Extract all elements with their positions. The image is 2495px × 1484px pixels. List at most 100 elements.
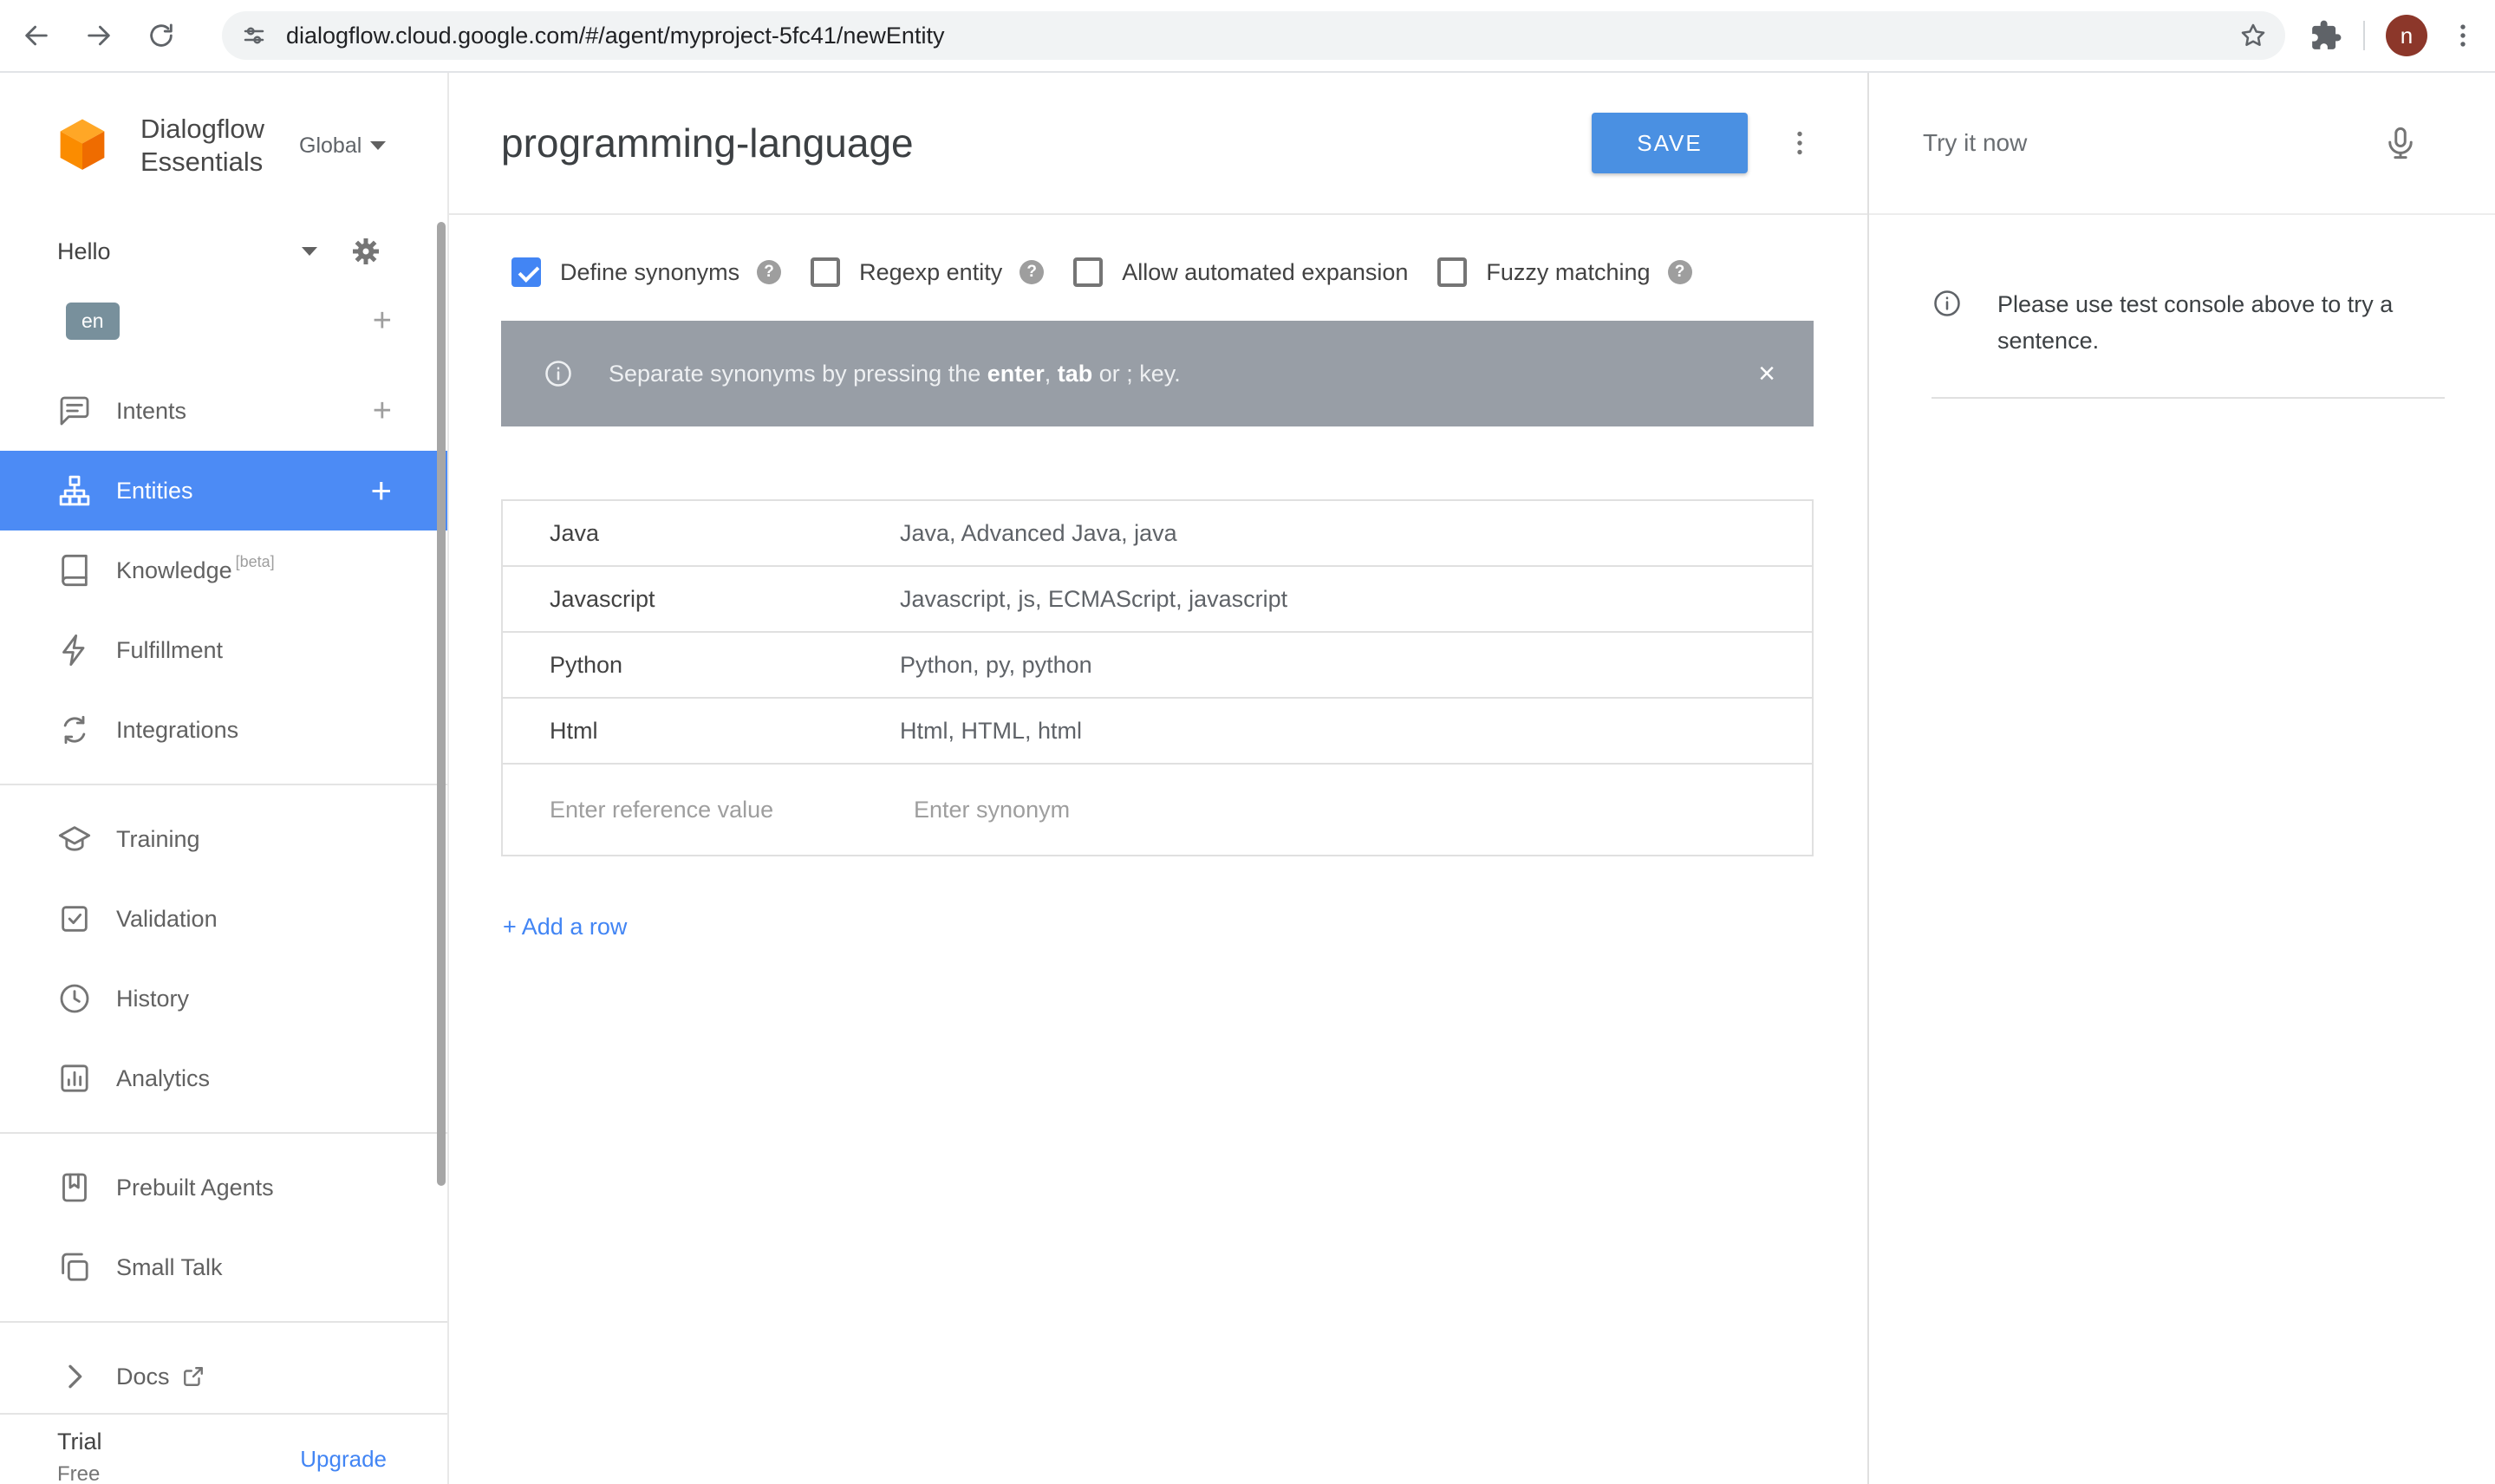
reload-button[interactable] <box>135 10 187 62</box>
hint-banner: Separate synonyms by pressing the enter,… <box>501 321 1814 426</box>
forward-button[interactable] <box>73 10 125 62</box>
hint-key-enter: enter <box>987 360 1045 387</box>
help-icon[interactable]: ? <box>1019 260 1045 284</box>
sidebar-item-training[interactable]: Training <box>0 799 447 879</box>
page-title: programming-language <box>501 120 914 166</box>
agent-settings-button[interactable] <box>349 234 383 269</box>
hint-text-sep: , <box>1044 360 1058 387</box>
workspace: Dialogflow Essentials Global Hello en + … <box>0 73 2495 1484</box>
sidebar-item-analytics[interactable]: Analytics <box>0 1038 447 1118</box>
reference-value-input[interactable] <box>550 796 883 823</box>
gear-icon <box>353 238 379 264</box>
sidebar-item-fulfillment[interactable]: Fulfillment <box>0 610 447 690</box>
language-badge[interactable]: en <box>66 302 120 340</box>
add-intent-button[interactable]: + <box>373 394 392 427</box>
info-icon <box>1934 290 1960 316</box>
table-row[interactable]: Javascript Javascript, js, ECMAScript, j… <box>503 567 1812 633</box>
chevron-right-icon <box>68 1364 82 1389</box>
define-synonyms-checkbox[interactable] <box>511 257 541 287</box>
book-icon <box>62 554 88 587</box>
upgrade-link[interactable]: Upgrade <box>300 1446 387 1484</box>
fuzzy-matching-checkbox[interactable] <box>1437 257 1468 287</box>
sidebar-item-label: Fulfillment <box>116 636 224 663</box>
sidebar-item-label: Integrations <box>116 716 239 743</box>
microphone-button[interactable] <box>2382 125 2419 161</box>
sync-icon <box>63 715 86 745</box>
main-panel: programming-language SAVE Define synonym… <box>449 73 1867 1484</box>
sidebar-item-history[interactable]: History <box>0 959 447 1038</box>
synonyms-cell[interactable]: Java, Advanced Java, java <box>900 520 1812 547</box>
regexp-entity-checkbox[interactable] <box>811 257 841 287</box>
sidebar-item-intents[interactable]: Intents + <box>0 371 447 451</box>
browser-toolbar: dialogflow.cloud.google.com/#/agent/mypr… <box>0 0 2495 73</box>
chevron-down-icon[interactable] <box>302 247 317 256</box>
back-button[interactable] <box>10 10 62 62</box>
add-entity-button[interactable]: + <box>370 472 392 509</box>
sidebar-item-integrations[interactable]: Integrations <box>0 690 447 770</box>
plan-tier: Free <box>57 1462 101 1484</box>
reference-value-cell[interactable]: Python <box>503 652 900 679</box>
hint-text-post: or ; key. <box>1092 360 1181 387</box>
entity-editor: Define synonyms ? Regexp entity ? Allow … <box>449 215 1867 941</box>
hint-key-tab: tab <box>1057 360 1093 387</box>
reload-icon <box>150 23 173 47</box>
menu-divider <box>0 1132 447 1134</box>
reference-value-cell[interactable]: Java <box>503 520 900 547</box>
bookmark-star-icon[interactable] <box>2238 21 2268 50</box>
sidebar-item-knowledge[interactable]: Knowledge [beta] <box>0 530 447 610</box>
profile-avatar[interactable]: n <box>2386 15 2427 56</box>
sidebar-item-validation[interactable]: Validation <box>0 879 447 959</box>
extensions-icon[interactable] <box>2309 19 2342 52</box>
help-icon[interactable]: ? <box>757 260 782 284</box>
sidebar-item-entities[interactable]: Entities + <box>0 451 447 530</box>
agent-selector[interactable]: Hello <box>0 218 447 284</box>
sidebar-scrollbar[interactable] <box>437 222 446 1186</box>
address-bar[interactable]: dialogflow.cloud.google.com/#/agent/mypr… <box>222 11 2285 60</box>
sidebar-item-prebuilt-agents[interactable]: Prebuilt Agents <box>0 1148 447 1227</box>
sidebar-item-small-talk[interactable]: Small Talk <box>0 1227 447 1307</box>
url-text[interactable]: dialogflow.cloud.google.com/#/agent/mypr… <box>286 23 2238 49</box>
browser-actions: n <box>2309 15 2478 56</box>
site-settings-icon[interactable] <box>241 23 267 49</box>
allow-expansion-checkbox[interactable] <box>1073 257 1104 287</box>
add-language-button[interactable]: + <box>373 304 392 337</box>
add-row-link[interactable]: + Add a row <box>501 914 627 941</box>
table-row[interactable]: Html Html, HTML, html <box>503 699 1812 765</box>
toolbar-divider <box>2363 21 2365 50</box>
dialogflow-logo-icon <box>60 119 105 170</box>
forward-arrow-icon <box>88 25 110 46</box>
test-console-body: Please use test console above to try a s… <box>1869 215 2495 399</box>
table-row[interactable]: Python Python, py, python <box>503 633 1812 699</box>
option-label: Fuzzy matching <box>1486 258 1651 285</box>
synonyms-cell[interactable]: Html, HTML, html <box>900 718 1812 745</box>
hint-text-pre: Separate synonyms by pressing the <box>609 360 987 387</box>
more-options-icon[interactable] <box>1784 127 1815 159</box>
option-label: Allow automated expansion <box>1122 258 1409 285</box>
synonyms-cell[interactable]: Javascript, js, ECMAScript, javascript <box>900 586 1812 613</box>
reference-value-cell[interactable]: Html <box>503 718 900 745</box>
plan-section: Trial Free Upgrade <box>0 1413 447 1484</box>
synonym-input[interactable] <box>900 796 1767 823</box>
option-regexp-entity: Regexp entity ? <box>811 257 1045 287</box>
chat-bubble-icon <box>60 396 89 426</box>
back-arrow-icon <box>25 25 48 46</box>
synonyms-cell[interactable]: Python, py, python <box>900 652 1812 679</box>
table-row[interactable]: Java Java, Advanced Java, java <box>503 501 1812 567</box>
close-icon[interactable]: × <box>1758 359 1775 388</box>
browser-menu-icon[interactable] <box>2448 21 2478 50</box>
help-icon[interactable]: ? <box>1667 260 1692 284</box>
sidebar-item-label: Intents <box>116 397 187 424</box>
copy-chat-icon <box>62 1253 88 1281</box>
region-selector[interactable]: Global <box>299 133 387 159</box>
save-button[interactable]: SAVE <box>1592 113 1748 173</box>
synonyms-table: Java Java, Advanced Java, java Javascrip… <box>501 499 1814 856</box>
sidebar-item-label: Knowledge <box>116 556 232 583</box>
sidebar-item-label: Prebuilt Agents <box>116 1174 274 1201</box>
lightning-bolt-icon <box>62 634 85 667</box>
reference-value-cell[interactable]: Javascript <box>503 586 900 613</box>
plan-info: Trial Free <box>57 1429 102 1484</box>
clock-icon <box>60 984 89 1013</box>
sidebar-item-label: Entities <box>116 477 193 504</box>
sidebar-item-docs[interactable]: Docs <box>0 1337 447 1416</box>
entity-header: programming-language SAVE <box>449 73 1867 215</box>
